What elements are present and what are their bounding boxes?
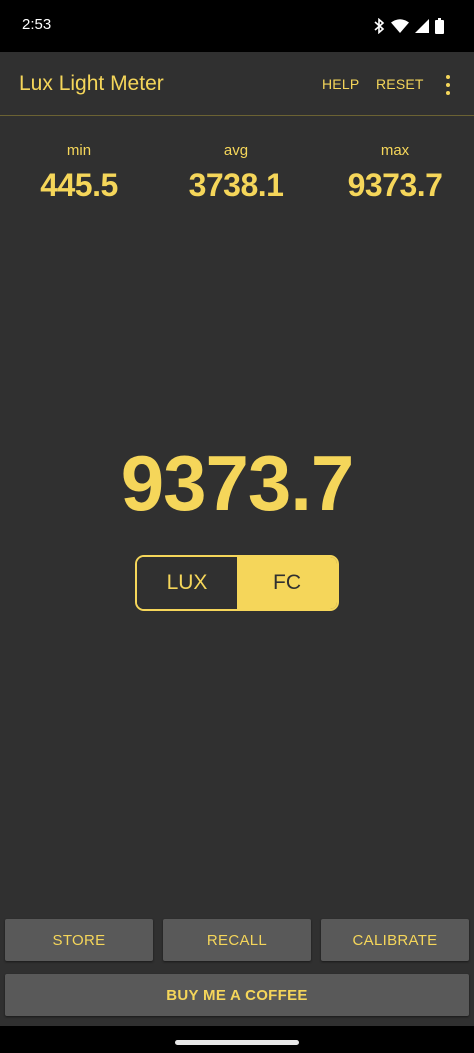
reset-button[interactable]: RESET xyxy=(376,76,424,92)
stat-min: min 445.5 xyxy=(4,142,154,204)
unit-lux-button[interactable]: LUX xyxy=(137,557,237,609)
stat-max-value: 9373.7 xyxy=(347,167,443,203)
buy-me-a-coffee-button[interactable]: BUY ME A COFFEE xyxy=(5,974,469,1016)
current-reading: 9373.7 xyxy=(120,439,355,527)
app-title: Lux Light Meter xyxy=(19,72,164,95)
calibrate-button[interactable]: CALIBRATE xyxy=(321,919,469,961)
status-time: 2:53 xyxy=(22,16,52,33)
more-vert-icon[interactable] xyxy=(440,72,456,98)
stat-min-value: 445.5 xyxy=(40,167,118,203)
stat-max: max 9373.7 xyxy=(320,142,470,204)
stat-max-label: max xyxy=(380,142,410,159)
app-bar: Lux Light Meter HELP RESET xyxy=(0,52,474,116)
status-icons xyxy=(373,16,444,36)
unit-fc-button[interactable]: FC xyxy=(237,557,337,609)
signal-icon xyxy=(415,19,429,33)
stat-avg-label: avg xyxy=(223,142,249,159)
bluetooth-icon xyxy=(373,18,385,34)
stat-min-label: min xyxy=(66,142,92,159)
unit-toggle: LUX FC xyxy=(135,555,339,611)
home-gesture-handle[interactable] xyxy=(175,1040,299,1045)
battery-icon xyxy=(435,18,444,34)
stat-avg-value: 3738.1 xyxy=(188,167,284,203)
help-button[interactable]: HELP xyxy=(322,76,359,92)
store-button[interactable]: STORE xyxy=(5,919,153,961)
screen: 2:53 Lux Light Meter HELP RESET min 445.… xyxy=(0,0,474,1053)
status-bar: 2:53 xyxy=(0,0,474,52)
wifi-icon xyxy=(391,19,409,33)
stat-avg: avg 3738.1 xyxy=(161,142,311,204)
recall-button[interactable]: RECALL xyxy=(163,919,311,961)
